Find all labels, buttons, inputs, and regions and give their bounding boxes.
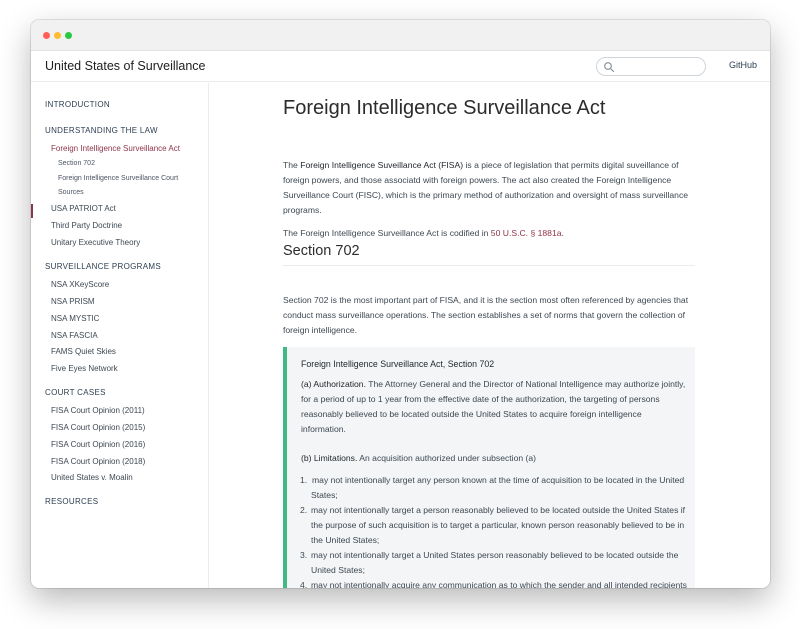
sidebar-subitem-section-702[interactable]: Section 702 — [58, 160, 95, 167]
usc-link[interactable]: 50 U.S.C. § 1881a — [491, 228, 562, 238]
close-window-button[interactable] — [43, 32, 50, 39]
page-title: Foreign Intelligence Surveillance Act — [283, 97, 606, 119]
sidebar-section-introduction[interactable]: INTRODUCTION — [45, 100, 110, 109]
zoom-window-button[interactable] — [65, 32, 72, 39]
sidebar-item-fisc-2015[interactable]: FISA Court Opinion (2015) — [51, 423, 145, 432]
list-text: may not intentionally target a person re… — [311, 505, 686, 545]
github-link[interactable]: GitHub — [729, 60, 757, 70]
sidebar-item-mystic[interactable]: NSA MYSTIC — [51, 314, 99, 323]
intro-prefix: The — [283, 160, 301, 170]
sidebar-subitem-fisc[interactable]: Foreign Intelligence Surveillance Court — [58, 175, 178, 182]
sidebar-item-third-party-doctrine[interactable]: Third Party Doctrine — [51, 221, 122, 230]
list-item: 4. may not intentionally acquire any comm… — [300, 578, 687, 588]
limitations-paragraph: (b) Limitations. An acquisition authoriz… — [301, 451, 687, 466]
browser-window: United States of Surveillance GitHub INT… — [31, 20, 770, 588]
section-702-paragraph: Section 702 is the most important part o… — [283, 295, 689, 335]
sidebar-item-fisc-2016[interactable]: FISA Court Opinion (2016) — [51, 440, 145, 449]
list-number: 4. — [300, 580, 308, 588]
active-item-indicator — [31, 204, 33, 218]
sidebar-item-fascia[interactable]: NSA FASCIA — [51, 331, 98, 340]
sidebar-subitem-sources[interactable]: Sources — [58, 189, 84, 196]
list-number: 3. — [300, 550, 308, 560]
search-box[interactable] — [596, 57, 706, 76]
sidebar-item-five-eyes[interactable]: Five Eyes Network — [51, 364, 118, 373]
sidebar-item-fisc-2018[interactable]: FISA Court Opinion (2018) — [51, 457, 145, 466]
limitations-lead: (b) Limitations. — [301, 453, 358, 463]
section-702-heading: Section 702 — [283, 243, 695, 266]
sidebar-item-quiet-skies[interactable]: FAMS Quiet Skies — [51, 347, 116, 356]
limitations-text: An acquisition authorized under subsecti… — [357, 453, 537, 463]
codified-prefix: The Foreign Intelligence Surveillance Ac… — [283, 228, 491, 238]
list-text: may not intentionally target a United St… — [311, 550, 679, 575]
quote-title: Foreign Intelligence Surveillance Act, S… — [301, 359, 495, 369]
sidebar-item-patriot-act[interactable]: USA PATRIOT Act — [51, 204, 116, 213]
sidebar-section-court-cases[interactable]: COURT CASES — [45, 388, 106, 397]
list-item: 3. may not intentionally target a United … — [300, 548, 687, 578]
sidebar-item-unitary-executive[interactable]: Unitary Executive Theory — [51, 238, 140, 247]
fisa-term: Foreign Intelligence Suveillance Act (FI… — [300, 160, 464, 170]
limitations-list: 1. may not intentionally target any perso… — [300, 473, 687, 588]
sidebar-item-prism[interactable]: NSA PRISM — [51, 297, 95, 306]
sidebar-item-fisa[interactable]: Foreign Intelligence Surveillance Act — [51, 144, 180, 153]
statute-quote: Foreign Intelligence Surveillance Act, S… — [283, 347, 695, 588]
sidebar-item-fisc-2011[interactable]: FISA Court Opinion (2011) — [51, 406, 145, 415]
site-title-link[interactable]: United States of Surveillance — [45, 59, 206, 73]
list-item: 2. may not intentionally target a person … — [300, 503, 687, 548]
minimize-window-button[interactable] — [54, 32, 61, 39]
window-titlebar — [31, 20, 770, 51]
sidebar-section-resources[interactable]: RESOURCES — [45, 497, 98, 506]
list-number: 2. — [300, 505, 308, 515]
authorization-lead: (a) Authorization. — [301, 379, 366, 389]
list-item: 1. may not intentionally target any perso… — [300, 473, 687, 503]
list-text: may not intentionally acquire any commun… — [311, 580, 687, 588]
main-content: Foreign Intelligence Surveillance Act Th… — [209, 83, 770, 588]
sidebar: INTRODUCTION UNDERSTANDING THE LAW Forei… — [31, 83, 209, 588]
site-header: United States of Surveillance GitHub — [31, 51, 770, 82]
sidebar-section-programs[interactable]: SURVEILLANCE PROGRAMS — [45, 262, 161, 271]
intro-paragraph: The Foreign Intelligence Suveillance Act… — [283, 158, 695, 218]
authorization-paragraph: (a) Authorization. The Attorney General … — [301, 377, 687, 437]
codified-suffix: . — [561, 228, 564, 238]
search-icon — [604, 62, 615, 73]
list-text: may not intentionally target any person … — [311, 475, 685, 500]
sidebar-item-xkeyscore[interactable]: NSA XKeyScore — [51, 280, 109, 289]
sidebar-section-understanding[interactable]: UNDERSTANDING THE LAW — [45, 126, 158, 135]
sidebar-item-moalin[interactable]: United States v. Moalin — [51, 473, 133, 482]
codified-paragraph: The Foreign Intelligence Surveillance Ac… — [283, 226, 695, 241]
list-number: 1. — [300, 475, 308, 485]
